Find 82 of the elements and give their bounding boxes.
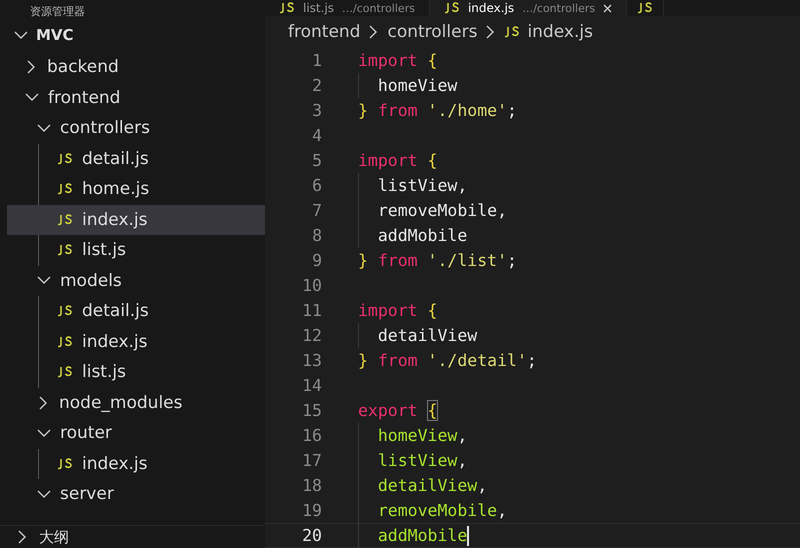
- folder-item[interactable]: router: [7, 418, 265, 448]
- line-number: 7: [311, 201, 322, 220]
- file-item[interactable]: index.js: [7, 204, 265, 235]
- folder-item[interactable]: backend: [7, 52, 265, 82]
- folder-item[interactable]: controllers: [7, 113, 265, 144]
- javascript-file-icon: [57, 214, 73, 226]
- file-item[interactable]: list.js: [7, 357, 265, 388]
- project-root[interactable]: MVC: [0, 18, 265, 52]
- javascript-file-icon: [279, 2, 295, 14]
- breadcrumb[interactable]: index.js: [527, 22, 593, 42]
- javascript-file-icon: [57, 152, 73, 165]
- explorer-title: 资源管理器: [30, 5, 85, 18]
- javascript-file-icon: [57, 366, 73, 378]
- code-line: import {: [358, 151, 438, 170]
- code-line: listView,: [358, 448, 468, 473]
- chevron-down-icon: [37, 124, 51, 133]
- javascript-file-icon: [637, 2, 654, 14]
- close-icon[interactable]: [603, 4, 612, 12]
- code-line: listView,: [358, 173, 468, 198]
- chevron-down-icon: [14, 30, 28, 40]
- chevron-down-icon: [37, 276, 51, 286]
- code-line: detailView,: [358, 473, 488, 498]
- code-line: detailView: [358, 323, 478, 348]
- line-number: 20: [301, 526, 322, 545]
- chevron-down-icon: [37, 428, 51, 438]
- javascript-file-icon: [57, 244, 73, 256]
- code-line: removeMobile,: [358, 498, 508, 523]
- file-item[interactable]: home.js: [7, 174, 265, 204]
- line-number: 16: [301, 426, 322, 445]
- line-number: 6: [311, 176, 322, 195]
- chevron-right-icon: [369, 25, 378, 39]
- chevron-down-icon: [25, 93, 39, 102]
- breadcrumb[interactable]: frontend: [288, 22, 360, 42]
- code-line: homeView: [358, 73, 458, 98]
- breadcrumb[interactable]: controllers: [387, 22, 478, 42]
- line-number: 8: [311, 226, 322, 245]
- javascript-file-icon: [504, 26, 520, 38]
- line-number: 11: [301, 301, 322, 320]
- editor-tab[interactable]: index.js …/controllers: [430, 0, 628, 16]
- code-line: import {: [358, 301, 438, 320]
- line-number: 13: [301, 351, 322, 370]
- file-item[interactable]: detail.js: [7, 296, 265, 326]
- line-number: 14: [301, 376, 322, 395]
- line-number: 5: [311, 151, 322, 170]
- javascript-file-icon: [57, 336, 73, 348]
- code-line: homeView,: [358, 423, 468, 448]
- folder-item[interactable]: server: [7, 479, 265, 510]
- folder-item[interactable]: node_modules: [7, 388, 265, 418]
- code-line: addMobile: [358, 223, 468, 248]
- line-number: 9: [311, 251, 322, 270]
- file-item[interactable]: index.js: [7, 326, 265, 357]
- javascript-file-icon: [444, 2, 460, 14]
- file-item[interactable]: index.js: [7, 448, 265, 479]
- code-line: addMobile: [358, 523, 470, 548]
- line-number: 2: [311, 76, 322, 95]
- code-line: removeMobile,: [358, 198, 508, 223]
- chevron-right-icon: [486, 25, 496, 39]
- file-item[interactable]: detail.js: [7, 144, 265, 174]
- chevron-right-icon: [18, 530, 27, 544]
- line-number: 3: [311, 101, 322, 120]
- line-number: 17: [301, 451, 322, 470]
- line-number: 15: [301, 401, 322, 420]
- folder-item[interactable]: models: [7, 266, 265, 296]
- chevron-right-icon: [27, 60, 36, 74]
- line-number: 18: [301, 476, 322, 495]
- javascript-file-icon: [57, 305, 73, 318]
- code-line: } from './home';: [358, 101, 517, 120]
- line-number: 12: [301, 326, 322, 345]
- code-line: } from './list';: [358, 251, 517, 270]
- code-line: export {: [358, 401, 438, 420]
- line-number: 1: [311, 51, 322, 70]
- code-line: import {: [358, 51, 438, 70]
- line-number: 19: [301, 501, 322, 520]
- code-line: } from './detail';: [358, 351, 537, 370]
- line-number: 10: [301, 276, 322, 295]
- line-number: 4: [311, 126, 322, 145]
- folder-item[interactable]: frontend: [7, 82, 265, 113]
- chevron-right-icon: [39, 396, 48, 410]
- javascript-file-icon: [57, 458, 73, 470]
- file-item[interactable]: list.js: [7, 235, 265, 266]
- chevron-down-icon: [37, 490, 51, 499]
- javascript-file-icon: [57, 183, 73, 196]
